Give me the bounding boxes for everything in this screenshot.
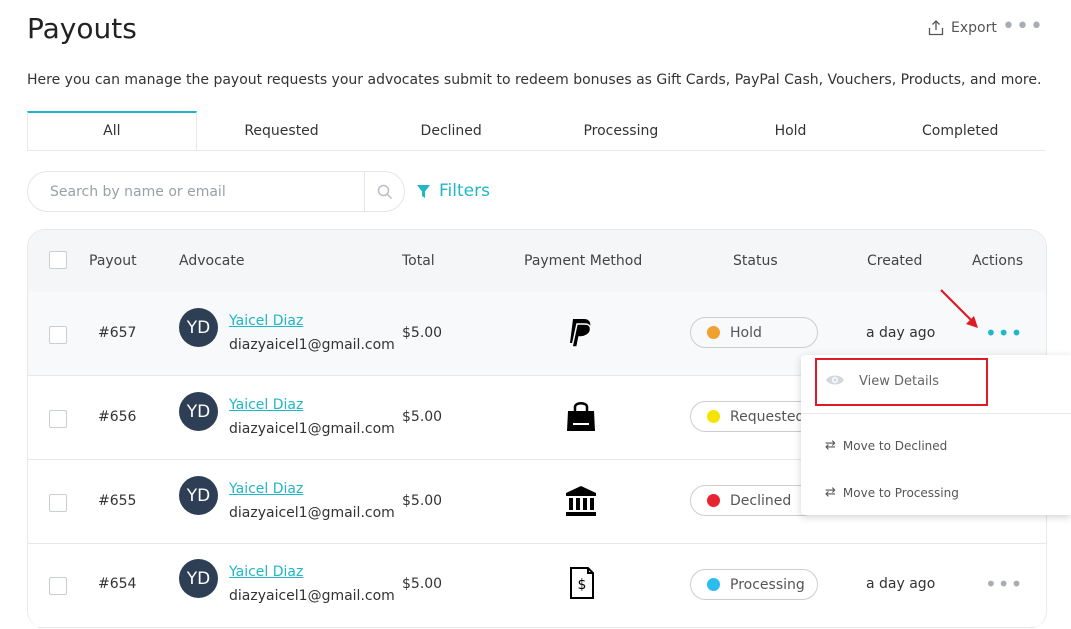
tab-requested[interactable]: Requested: [197, 111, 367, 150]
column-total: Total: [402, 253, 435, 269]
row-checkbox[interactable]: [49, 410, 67, 428]
status-badge: Processing: [690, 569, 818, 600]
annotation-arrow-icon: [940, 289, 978, 328]
export-label: Export: [951, 20, 997, 36]
table-header: Payout Advocate Total Payment Method Sta…: [28, 230, 1046, 292]
payout-total: $5.00: [402, 409, 443, 425]
advocate-name-link[interactable]: Yaicel Diaz: [229, 481, 303, 497]
tab-all[interactable]: All: [27, 111, 197, 150]
filters-button[interactable]: Filters: [416, 181, 490, 201]
row-checkbox[interactable]: [49, 326, 67, 344]
column-payment-method: Payment Method: [524, 253, 643, 269]
created-time: a day ago: [866, 325, 936, 341]
advocate-email: diazyaicel1@gmail.com: [229, 421, 395, 437]
search-box: [27, 171, 405, 212]
tab-completed[interactable]: Completed: [875, 111, 1045, 150]
menu-item-move-to-processing[interactable]: ⇄ Move to Processing: [825, 485, 959, 500]
swap-icon: ⇄: [825, 485, 836, 500]
menu-item-move-to-declined[interactable]: ⇄ Move to Declined: [825, 438, 947, 453]
svg-text:$: $: [578, 577, 587, 593]
advocate-email: diazyaicel1@gmail.com: [229, 337, 395, 353]
search-input[interactable]: [48, 182, 352, 201]
annotation-highlight-box: [815, 358, 988, 406]
page-description: Here you can manage the payout requests …: [27, 72, 1042, 88]
column-payout: Payout: [89, 253, 137, 269]
filters-label: Filters: [439, 181, 490, 201]
move-to-declined-label: Move to Declined: [842, 438, 948, 453]
search-button[interactable]: [364, 172, 404, 211]
avatar: YD: [179, 476, 218, 515]
created-time: a day ago: [866, 576, 936, 592]
payout-id: #656: [98, 409, 137, 425]
status-badge: Requested: [690, 401, 818, 432]
invoice-dollar-icon: $: [570, 567, 594, 599]
payout-id: #654: [98, 576, 137, 592]
advocate-email: diazyaicel1@gmail.com: [229, 505, 395, 521]
more-options-icon[interactable]: •••: [1002, 14, 1044, 39]
export-button[interactable]: Export: [927, 19, 997, 37]
search-icon: [377, 184, 392, 199]
avatar: YD: [179, 559, 218, 598]
shopping-bag-icon: [567, 402, 595, 431]
avatar: YD: [179, 392, 218, 431]
payout-total: $5.00: [402, 493, 443, 509]
row-actions-icon[interactable]: •••: [985, 572, 1023, 596]
filter-icon: [417, 184, 430, 198]
row-checkbox[interactable]: [49, 577, 67, 595]
export-icon: [928, 20, 944, 36]
paypal-icon: [570, 319, 592, 348]
payout-total: $5.00: [402, 576, 443, 592]
status-badge: Hold: [690, 317, 818, 348]
page-title: Payouts: [27, 12, 137, 45]
column-status: Status: [733, 253, 778, 269]
payout-id: #655: [98, 493, 137, 509]
tab-processing[interactable]: Processing: [536, 111, 706, 150]
swap-icon: ⇄: [825, 438, 836, 453]
column-actions: Actions: [972, 253, 1024, 269]
row-checkbox[interactable]: [49, 494, 67, 512]
move-to-processing-label: Move to Processing: [842, 485, 959, 500]
row-actions-icon[interactable]: •••: [985, 321, 1023, 345]
advocate-name-link[interactable]: Yaicel Diaz: [229, 564, 303, 580]
tab-declined[interactable]: Declined: [366, 111, 536, 150]
select-all-checkbox[interactable]: [49, 251, 67, 269]
tab-hold[interactable]: Hold: [706, 111, 876, 150]
bank-icon: [566, 486, 596, 516]
column-advocate: Advocate: [179, 253, 245, 269]
column-created: Created: [867, 253, 923, 269]
payout-total: $5.00: [402, 325, 443, 341]
payout-id: #657: [98, 325, 137, 341]
avatar: YD: [179, 308, 218, 347]
advocate-email: diazyaicel1@gmail.com: [229, 588, 395, 604]
status-tabs: All Requested Declined Processing Hold C…: [27, 111, 1045, 151]
table-row: #654 YD Yaicel Diaz diazyaicel1@gmail.co…: [28, 544, 1046, 628]
advocate-name-link[interactable]: Yaicel Diaz: [229, 313, 303, 329]
advocate-name-link[interactable]: Yaicel Diaz: [229, 397, 303, 413]
status-badge: Declined: [690, 485, 818, 516]
